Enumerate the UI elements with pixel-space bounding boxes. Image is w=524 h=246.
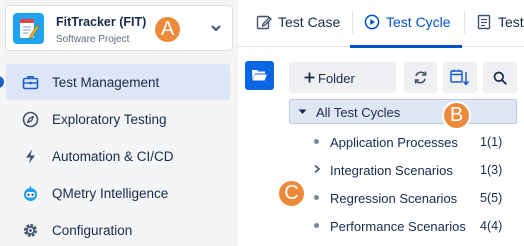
- compass-icon: [22, 111, 39, 128]
- tab-bar: Test Case Test Cycle Test: [238, 0, 524, 48]
- briefcase-icon: [22, 76, 39, 90]
- chevron-right-icon[interactable]: [312, 164, 322, 174]
- sidebar-item-automation[interactable]: Automation & CI/CD: [6, 138, 230, 174]
- sidebar-item-label: Automation & CI/CD: [52, 149, 174, 164]
- tree-item-count: 5(5): [480, 191, 503, 205]
- lightning-icon: [26, 149, 35, 164]
- tab-test-cycle[interactable]: Test Cycle: [350, 0, 462, 48]
- tab-label: Test: [498, 14, 524, 30]
- tree-item-count: 4(4): [480, 219, 503, 233]
- tree-item-label: Performance Scenarios: [330, 219, 466, 234]
- tree-item-count: 1(3): [480, 163, 503, 177]
- sidebar-item-exploratory-testing[interactable]: Exploratory Testing: [6, 101, 230, 137]
- tab-test-execution[interactable]: Test: [476, 0, 524, 47]
- sidebar-item-label: QMetry Intelligence: [52, 186, 169, 201]
- tree-item-label: Application Processes: [330, 135, 458, 150]
- add-folder-button[interactable]: Folder: [289, 62, 396, 93]
- tab-test-case[interactable]: Test Case: [256, 0, 352, 47]
- project-name: FitTracker (FIT): [56, 15, 147, 29]
- calendar-sort-icon: [450, 69, 470, 86]
- sidebar-item-label: Configuration: [52, 223, 133, 238]
- annotation-marker-a: A: [153, 15, 182, 44]
- tree-item[interactable]: Performance Scenarios 4(4): [289, 212, 517, 240]
- sort-by-date-button[interactable]: [443, 62, 477, 93]
- gear-icon: [24, 224, 37, 237]
- bullet-icon: [314, 195, 319, 200]
- sidebar: FitTracker (FIT) Software Project Test M…: [0, 0, 238, 246]
- sidebar-item-label: Exploratory Testing: [52, 112, 167, 127]
- robot-icon: [24, 186, 37, 201]
- tab-label: Test Cycle: [386, 14, 451, 30]
- bullet-icon: [314, 223, 319, 228]
- chevron-down-icon[interactable]: [210, 22, 222, 34]
- active-tab-underline: [350, 45, 462, 48]
- annotation-marker-b: B: [442, 101, 471, 130]
- add-folder-label: Folder: [318, 71, 355, 86]
- annotation-marker-c: C: [277, 179, 306, 208]
- project-switcher[interactable]: FitTracker (FIT) Software Project: [5, 5, 233, 51]
- tree-item[interactable]: Regression Scenarios 5(5): [289, 184, 517, 212]
- tab-label: Test Case: [278, 14, 341, 30]
- tree-root-all-test-cycles[interactable]: All Test Cycles: [289, 99, 517, 124]
- folder-open-icon: [252, 70, 267, 81]
- sidebar-item-test-management[interactable]: Test Management: [6, 64, 230, 100]
- tree-item-count: 1(1): [480, 135, 503, 149]
- tree-root-label: All Test Cycles: [316, 105, 401, 120]
- edit-icon: [256, 15, 272, 30]
- tree-item[interactable]: Application Processes 1(1): [289, 128, 517, 156]
- search-icon: [493, 71, 507, 85]
- document-icon: [477, 14, 491, 30]
- tree-item[interactable]: Integration Scenarios 1(3): [289, 156, 517, 184]
- tree-item-label: Regression Scenarios: [330, 191, 458, 206]
- project-logo: [13, 13, 44, 44]
- caret-down-icon[interactable]: [298, 108, 307, 116]
- search-button[interactable]: [483, 62, 517, 93]
- bullet-icon: [314, 139, 319, 144]
- active-nav-indicator: [0, 76, 4, 88]
- sidebar-item-qmetry-intelligence[interactable]: QMetry Intelligence: [6, 175, 230, 211]
- refresh-button[interactable]: [404, 62, 437, 93]
- plus-icon: [304, 72, 315, 83]
- play-circle-icon: [364, 14, 380, 30]
- sidebar-item-configuration[interactable]: Configuration: [6, 212, 230, 246]
- tree-item-label: Integration Scenarios: [330, 163, 453, 178]
- sidebar-item-label: Test Management: [52, 75, 160, 90]
- refresh-icon: [414, 71, 427, 84]
- project-type: Software Project: [56, 34, 130, 45]
- folder-panel-toggle[interactable]: [245, 61, 274, 90]
- tab-divider: [464, 12, 465, 34]
